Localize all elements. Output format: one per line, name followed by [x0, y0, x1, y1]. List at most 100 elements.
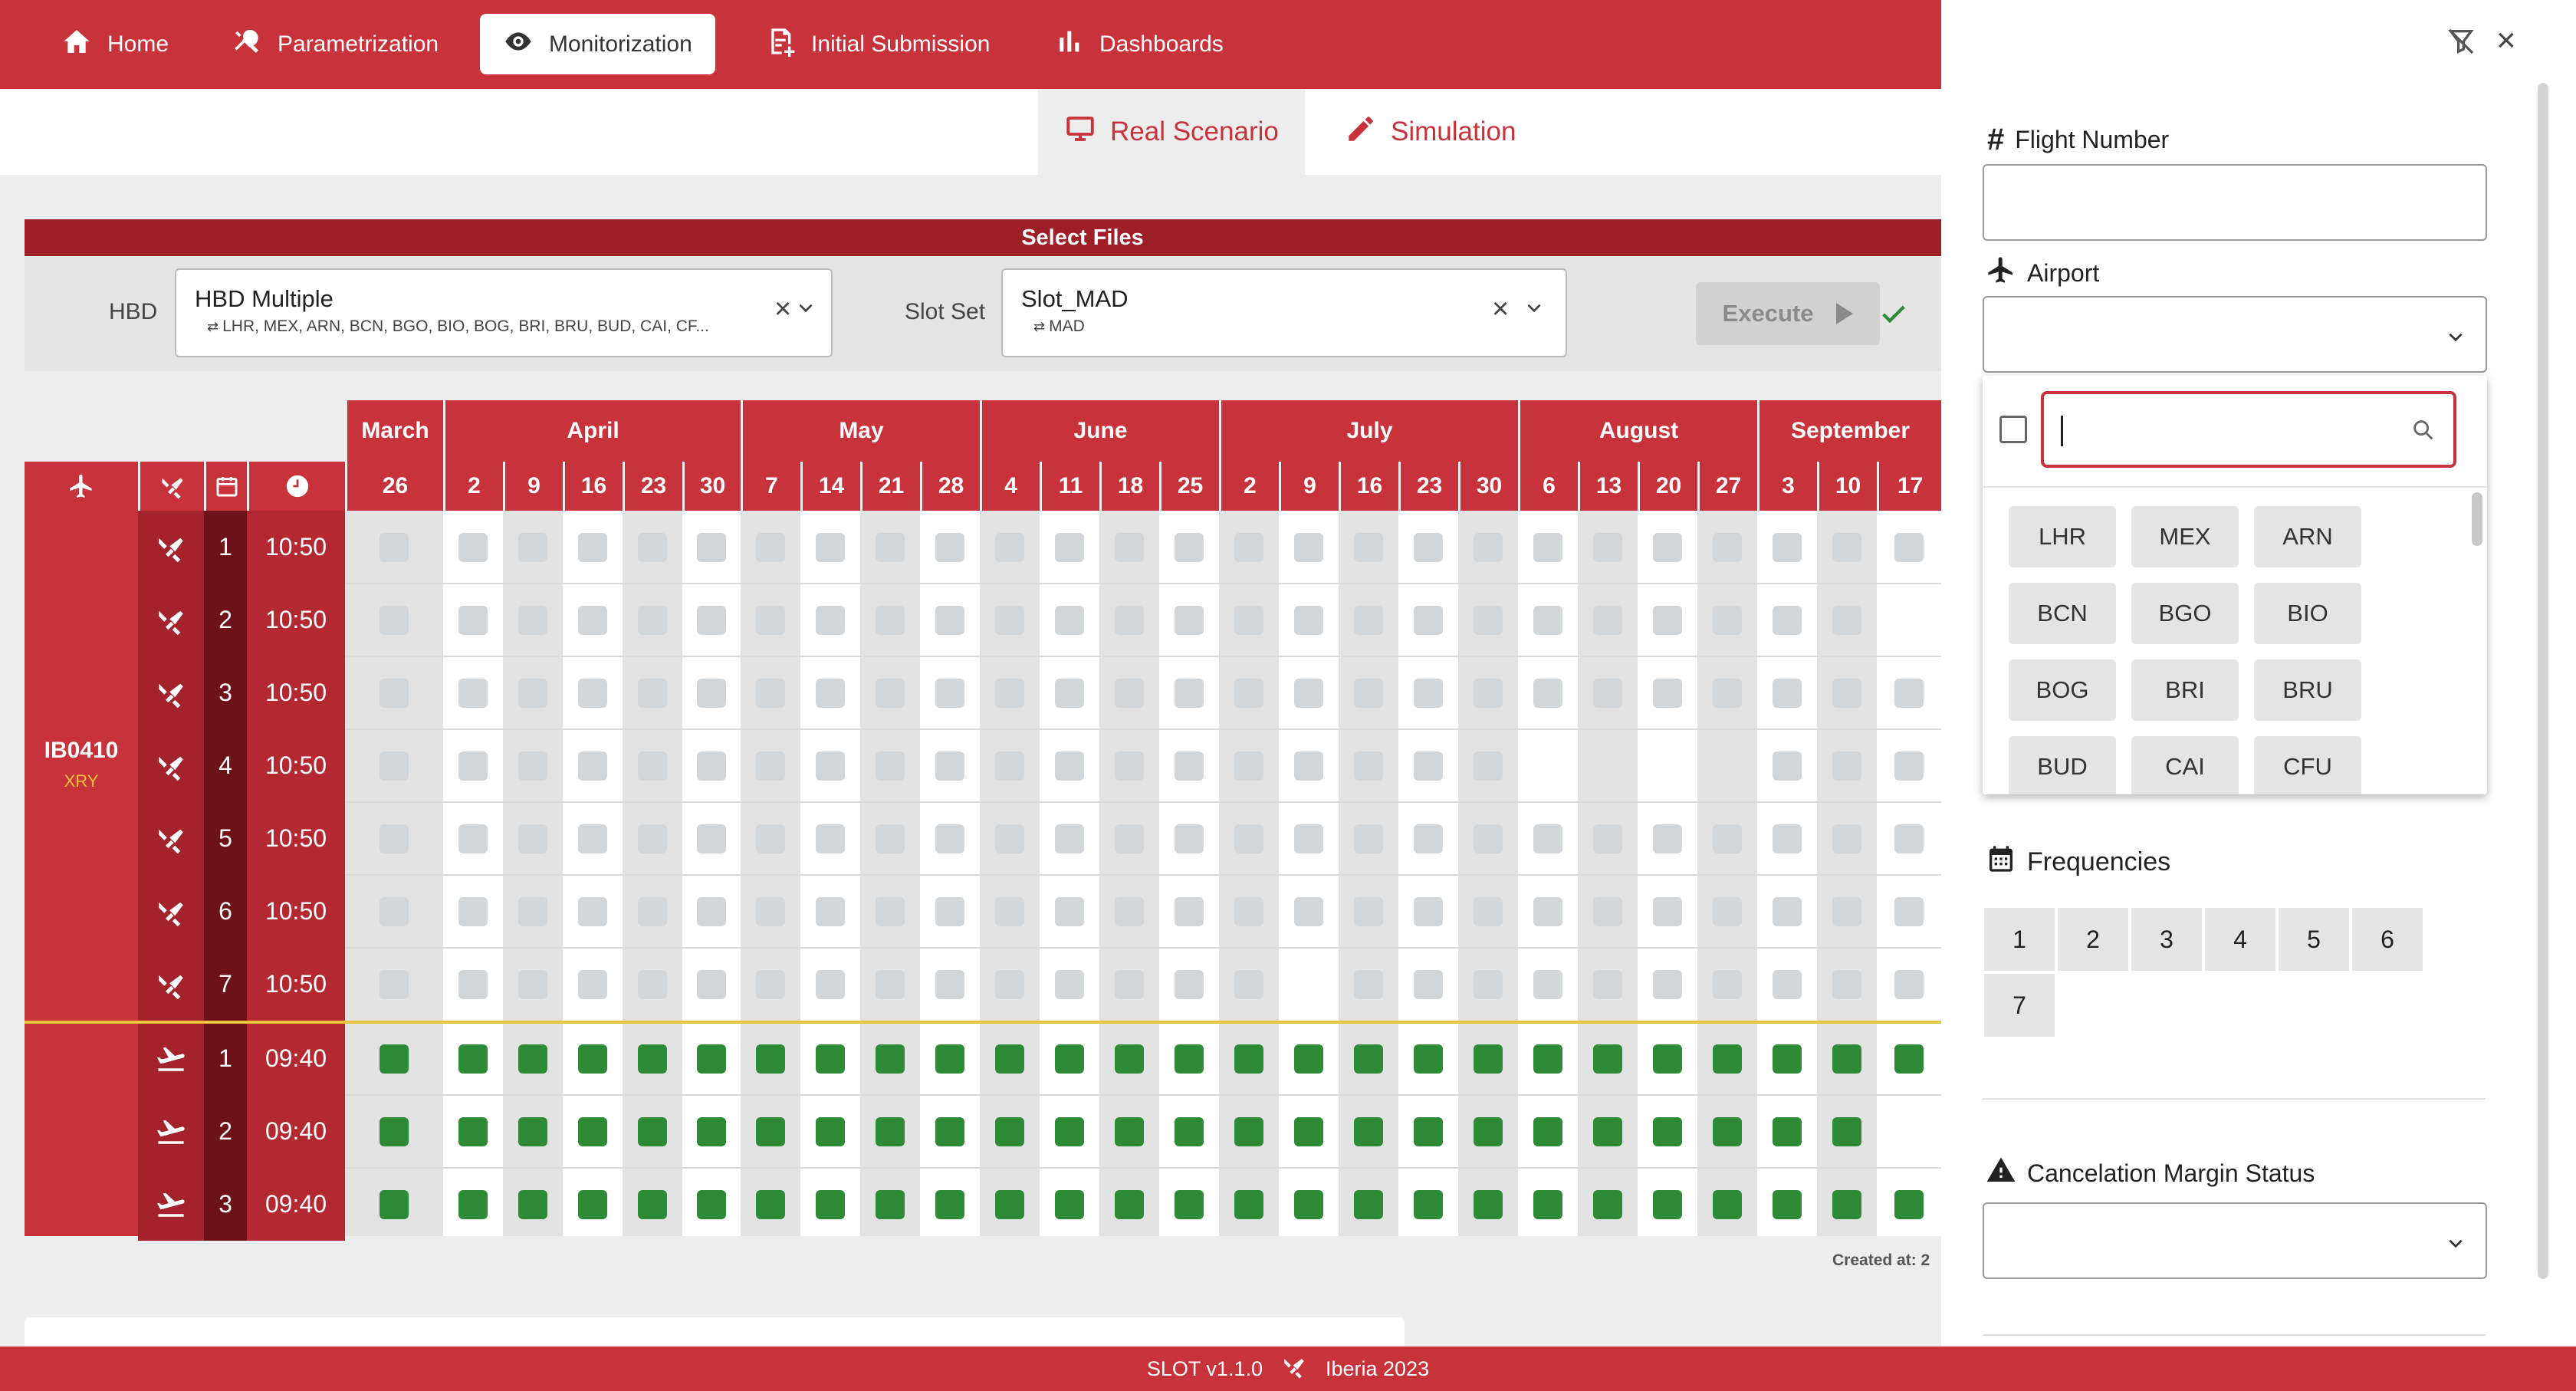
- slot-cell-confirmed[interactable]: [1175, 1189, 1204, 1219]
- slot-cell-pending[interactable]: [1294, 605, 1323, 635]
- slot-cell-pending[interactable]: [1175, 824, 1204, 853]
- nav-home[interactable]: Home: [38, 14, 192, 74]
- slot-cell-pending[interactable]: [1354, 969, 1383, 999]
- slot-cell-pending[interactable]: [518, 678, 547, 708]
- airport-option[interactable]: CFU: [2254, 736, 2361, 794]
- slot-cell-confirmed[interactable]: [1593, 1116, 1622, 1146]
- slot-cell-pending[interactable]: [518, 751, 547, 781]
- slot-cell-pending[interactable]: [1055, 751, 1084, 781]
- dropdown-scrollbar[interactable]: [2472, 492, 2482, 546]
- slot-cell-pending[interactable]: [1533, 532, 1562, 562]
- slot-cell-pending[interactable]: [1294, 751, 1323, 781]
- frequency-option[interactable]: 5: [2277, 906, 2351, 972]
- slot-cell-pending[interactable]: [697, 605, 726, 635]
- slot-cell-pending[interactable]: [1294, 824, 1323, 853]
- slot-cell-pending[interactable]: [578, 751, 607, 781]
- slot-cell-confirmed[interactable]: [697, 1116, 726, 1146]
- slot-cell-pending[interactable]: [380, 751, 409, 781]
- slot-cell-pending[interactable]: [1294, 532, 1323, 562]
- slot-cell-confirmed[interactable]: [1832, 1044, 1861, 1074]
- slot-cell-pending[interactable]: [518, 605, 547, 635]
- slot-cell-pending[interactable]: [1832, 751, 1861, 781]
- slot-cell-confirmed[interactable]: [380, 1189, 409, 1219]
- slot-cell-pending[interactable]: [458, 751, 488, 781]
- slot-clear-icon[interactable]: ×: [1492, 293, 1509, 326]
- slot-cell-pending[interactable]: [1234, 605, 1263, 635]
- slot-cell-pending[interactable]: [876, 751, 905, 781]
- slot-cell-confirmed[interactable]: [1175, 1116, 1204, 1146]
- slot-cell-pending[interactable]: [816, 751, 845, 781]
- slot-cell-pending[interactable]: [458, 824, 488, 853]
- slot-cell-confirmed[interactable]: [1115, 1189, 1144, 1219]
- slot-cell-confirmed[interactable]: [756, 1116, 785, 1146]
- slot-cell-pending[interactable]: [1414, 824, 1443, 853]
- airport-option[interactable]: BRU: [2254, 659, 2361, 721]
- slot-cell-pending[interactable]: [380, 969, 409, 999]
- slot-cell-pending[interactable]: [1055, 678, 1084, 708]
- select-all-checkbox[interactable]: [1999, 416, 2027, 443]
- slot-cell-pending[interactable]: [380, 678, 409, 708]
- slot-chevron-down-icon[interactable]: [1524, 298, 1544, 317]
- nav-parametrization[interactable]: Parametrization: [209, 14, 462, 74]
- slot-cell-confirmed[interactable]: [1474, 1116, 1503, 1146]
- slot-cell-pending[interactable]: [1175, 605, 1204, 635]
- slot-cell-confirmed[interactable]: [1653, 1189, 1682, 1219]
- slot-cell-confirmed[interactable]: [1234, 1044, 1263, 1074]
- slot-cell-pending[interactable]: [1713, 824, 1742, 853]
- slot-cell-pending[interactable]: [1055, 896, 1084, 926]
- slot-cell-pending[interactable]: [697, 824, 726, 853]
- slot-cell-pending[interactable]: [1533, 605, 1562, 635]
- slot-cell-confirmed[interactable]: [1055, 1189, 1084, 1219]
- slot-cell-pending[interactable]: [1354, 824, 1383, 853]
- slot-cell-pending[interactable]: [756, 751, 785, 781]
- slot-cell-confirmed[interactable]: [935, 1189, 964, 1219]
- slot-cell-pending[interactable]: [1894, 896, 1924, 926]
- slot-cell-pending[interactable]: [1773, 605, 1802, 635]
- slot-cell-pending[interactable]: [1653, 532, 1682, 562]
- slot-cell-pending[interactable]: [638, 896, 667, 926]
- slot-cell-confirmed[interactable]: [1773, 1044, 1802, 1074]
- slot-cell-pending[interactable]: [876, 824, 905, 853]
- slot-cell-confirmed[interactable]: [876, 1189, 905, 1219]
- slot-cell-pending[interactable]: [1234, 751, 1263, 781]
- slot-cell-pending[interactable]: [1593, 824, 1622, 853]
- slot-cell-pending[interactable]: [1832, 605, 1861, 635]
- slot-cell-pending[interactable]: [1414, 678, 1443, 708]
- slot-cell-pending[interactable]: [756, 824, 785, 853]
- airport-option[interactable]: MEX: [2131, 506, 2239, 567]
- nav-dashboards[interactable]: Dashboards: [1030, 14, 1247, 74]
- slot-cell-confirmed[interactable]: [1055, 1116, 1084, 1146]
- slot-cell-pending[interactable]: [518, 896, 547, 926]
- slot-cell-confirmed[interactable]: [578, 1116, 607, 1146]
- slot-cell-pending[interactable]: [1653, 824, 1682, 853]
- execute-button[interactable]: Execute: [1696, 282, 1880, 345]
- tab-simulation[interactable]: Simulation: [1319, 89, 1542, 175]
- airport-option[interactable]: BCN: [2009, 583, 2116, 644]
- slot-cell-confirmed[interactable]: [1713, 1116, 1742, 1146]
- slot-cell-pending[interactable]: [1653, 969, 1682, 999]
- nav-monitorization[interactable]: Monitorization: [480, 14, 715, 74]
- slot-cell-confirmed[interactable]: [1832, 1116, 1861, 1146]
- slot-cell-confirmed[interactable]: [1533, 1044, 1562, 1074]
- slot-cell-pending[interactable]: [1115, 824, 1144, 853]
- slot-cell-confirmed[interactable]: [1354, 1116, 1383, 1146]
- slot-cell-confirmed[interactable]: [756, 1189, 785, 1219]
- slot-cell-pending[interactable]: [995, 605, 1024, 635]
- slot-cell-confirmed[interactable]: [1713, 1044, 1742, 1074]
- slot-cell-pending[interactable]: [1474, 896, 1503, 926]
- slot-cell-confirmed[interactable]: [1474, 1189, 1503, 1219]
- slot-cell-pending[interactable]: [1055, 532, 1084, 562]
- slot-cell-pending[interactable]: [876, 678, 905, 708]
- slot-cell-pending[interactable]: [1414, 751, 1443, 781]
- slot-cell-pending[interactable]: [1474, 751, 1503, 781]
- slot-cell-pending[interactable]: [1713, 605, 1742, 635]
- slot-cell-pending[interactable]: [1773, 824, 1802, 853]
- slot-cell-pending[interactable]: [458, 532, 488, 562]
- slot-cell-confirmed[interactable]: [995, 1044, 1024, 1074]
- panel-scrollbar[interactable]: [2538, 83, 2548, 1279]
- slot-cell-pending[interactable]: [1294, 896, 1323, 926]
- slot-cell-pending[interactable]: [1593, 532, 1622, 562]
- airport-option[interactable]: ARN: [2254, 506, 2361, 567]
- slot-cell-confirmed[interactable]: [578, 1044, 607, 1074]
- slot-cell-pending[interactable]: [935, 896, 964, 926]
